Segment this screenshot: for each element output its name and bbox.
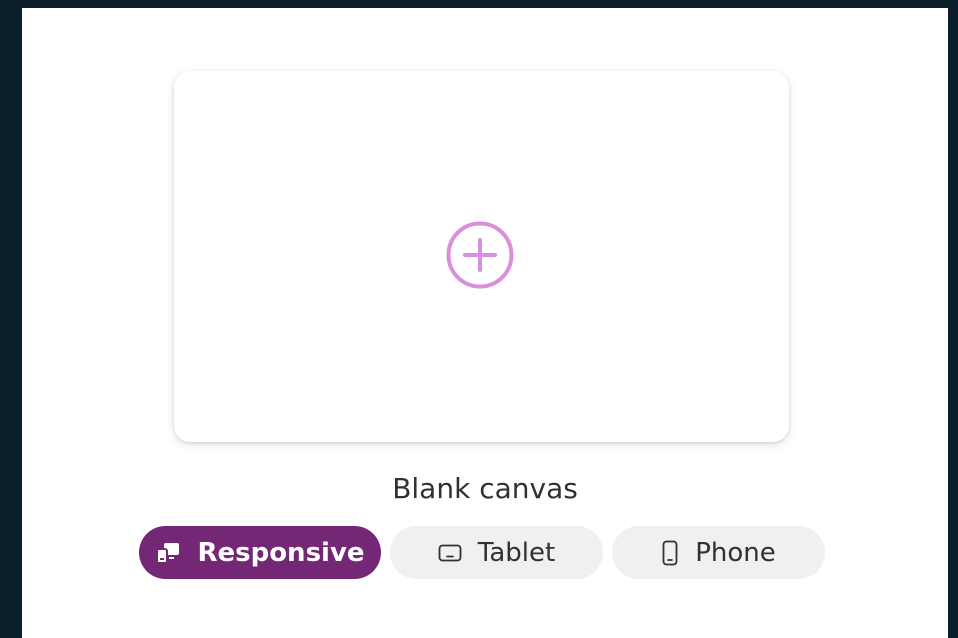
tablet-icon xyxy=(438,543,462,563)
layout-tablet-button[interactable]: Tablet xyxy=(390,526,603,579)
canvas-caption: Blank canvas xyxy=(392,472,578,505)
blank-canvas-card[interactable] xyxy=(174,71,789,442)
plus-circle-icon xyxy=(446,221,514,289)
layout-phone-button[interactable]: Phone xyxy=(612,526,825,579)
layout-responsive-label: Responsive xyxy=(197,537,365,568)
responsive-devices-icon xyxy=(155,541,181,565)
layout-phone-label: Phone xyxy=(695,537,776,568)
layout-tablet-label: Tablet xyxy=(477,537,556,568)
phone-icon xyxy=(661,540,679,566)
layout-responsive-button[interactable]: Responsive xyxy=(139,526,381,579)
template-panel: Blank canvas Responsive Tablet Phone xyxy=(22,8,948,638)
